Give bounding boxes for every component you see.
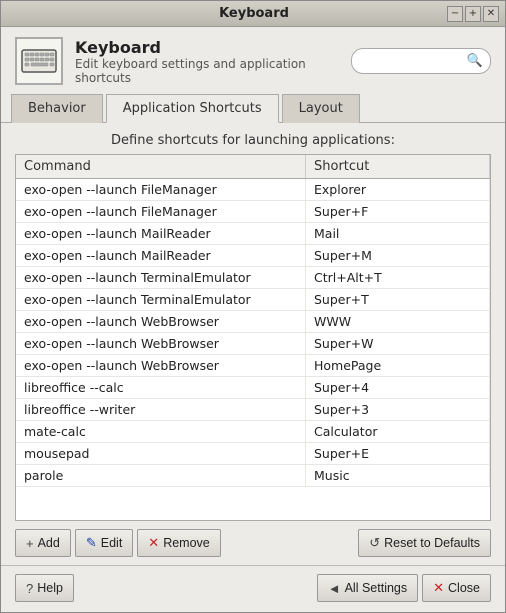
cell-command: libreoffice --writer (16, 399, 306, 420)
tabs-area: Behavior Application Shortcuts Layout (1, 93, 505, 123)
close-button[interactable]: ✕ (483, 6, 499, 22)
cell-command: exo-open --launch WebBrowser (16, 333, 306, 354)
titlebar-controls: − + ✕ (447, 6, 499, 22)
cell-command: exo-open --launch FileManager (16, 201, 306, 222)
close-window-button[interactable]: ✕ Close (422, 574, 491, 602)
cell-command: parole (16, 465, 306, 486)
keyboard-icon (15, 37, 63, 85)
search-icon: 🔍 (467, 54, 483, 69)
table-row[interactable]: exo-open --launch TerminalEmulator Super… (16, 289, 490, 311)
cell-shortcut: Super+T (306, 289, 490, 310)
window-title: Keyboard (61, 6, 447, 21)
reset-defaults-button[interactable]: ↺ Reset to Defaults (358, 529, 491, 557)
titlebar: Keyboard − + ✕ (1, 1, 505, 27)
header-area: Keyboard Edit keyboard settings and appl… (1, 27, 505, 93)
keyboard-window: Keyboard − + ✕ (0, 0, 506, 613)
cell-command: exo-open --launch MailReader (16, 245, 306, 266)
cell-command: exo-open --launch MailReader (16, 223, 306, 244)
cell-shortcut: Mail (306, 223, 490, 244)
table-row[interactable]: libreoffice --calc Super+4 (16, 377, 490, 399)
add-button[interactable]: + Add (15, 529, 71, 557)
app-subtitle: Edit keyboard settings and application s… (75, 57, 339, 85)
table-row[interactable]: exo-open --launch FileManager Explorer (16, 179, 490, 201)
cell-command: exo-open --launch WebBrowser (16, 355, 306, 376)
footer-right: ◄ All Settings ✕ Close (317, 574, 491, 602)
cell-command: mousepad (16, 443, 306, 464)
action-buttons: + Add ✎ Edit ✕ Remove ↺ Reset to Default… (1, 521, 505, 565)
cell-shortcut: Super+4 (306, 377, 490, 398)
all-settings-button[interactable]: ◄ All Settings (317, 574, 418, 602)
edit-icon: ✎ (86, 535, 97, 551)
tab-application-shortcuts[interactable]: Application Shortcuts (106, 94, 279, 123)
footer-left: ? Help (15, 574, 74, 602)
minimize-button[interactable]: − (447, 6, 463, 22)
table-row[interactable]: exo-open --launch WebBrowser HomePage (16, 355, 490, 377)
column-header-command: Command (16, 155, 306, 178)
cell-command: exo-open --launch WebBrowser (16, 311, 306, 332)
reset-icon: ↺ (369, 535, 380, 551)
cell-command: mate-calc (16, 421, 306, 442)
search-wrapper: 🔍 (351, 48, 491, 74)
help-button[interactable]: ? Help (15, 574, 74, 602)
cell-command: exo-open --launch TerminalEmulator (16, 289, 306, 310)
table-row[interactable]: exo-open --launch TerminalEmulator Ctrl+… (16, 267, 490, 289)
maximize-button[interactable]: + (465, 6, 481, 22)
table-row[interactable]: libreoffice --writer Super+3 (16, 399, 490, 421)
cell-command: exo-open --launch TerminalEmulator (16, 267, 306, 288)
shortcuts-table: Command Shortcut exo-open --launch FileM… (15, 154, 491, 521)
table-row[interactable]: exo-open --launch FileManager Super+F (16, 201, 490, 223)
cell-shortcut: Calculator (306, 421, 490, 442)
remove-button[interactable]: ✕ Remove (137, 529, 220, 557)
add-icon: + (26, 536, 34, 551)
tab-behavior[interactable]: Behavior (11, 94, 103, 123)
cell-shortcut: Super+E (306, 443, 490, 464)
edit-button[interactable]: ✎ Edit (75, 529, 133, 557)
table-header: Command Shortcut (16, 155, 490, 179)
remove-icon: ✕ (148, 535, 159, 551)
app-title: Keyboard (75, 38, 339, 57)
tab-description: Define shortcuts for launching applicati… (1, 123, 505, 154)
close-icon: ✕ (433, 580, 444, 596)
cell-shortcut: Super+F (306, 201, 490, 222)
cell-shortcut: WWW (306, 311, 490, 332)
table-row[interactable]: exo-open --launch MailReader Super+M (16, 245, 490, 267)
arrow-left-icon: ◄ (328, 581, 341, 596)
cell-shortcut: Ctrl+Alt+T (306, 267, 490, 288)
table-row[interactable]: parole Music (16, 465, 490, 487)
table-body[interactable]: exo-open --launch FileManager Explorer e… (16, 179, 490, 520)
cell-command: exo-open --launch FileManager (16, 179, 306, 200)
footer: ? Help ◄ All Settings ✕ Close (1, 565, 505, 612)
cell-shortcut: Explorer (306, 179, 490, 200)
cell-shortcut: HomePage (306, 355, 490, 376)
table-row[interactable]: exo-open --launch MailReader Mail (16, 223, 490, 245)
header-text: Keyboard Edit keyboard settings and appl… (75, 38, 339, 85)
left-buttons: + Add ✎ Edit ✕ Remove (15, 529, 221, 557)
tab-layout[interactable]: Layout (282, 94, 360, 123)
cell-shortcut: Super+W (306, 333, 490, 354)
cell-command: libreoffice --calc (16, 377, 306, 398)
help-icon: ? (26, 581, 33, 596)
cell-shortcut: Super+M (306, 245, 490, 266)
table-row[interactable]: mate-calc Calculator (16, 421, 490, 443)
table-row[interactable]: exo-open --launch WebBrowser Super+W (16, 333, 490, 355)
cell-shortcut: Music (306, 465, 490, 486)
table-row[interactable]: exo-open --launch WebBrowser WWW (16, 311, 490, 333)
column-header-shortcut: Shortcut (306, 155, 490, 178)
table-row[interactable]: mousepad Super+E (16, 443, 490, 465)
cell-shortcut: Super+3 (306, 399, 490, 420)
